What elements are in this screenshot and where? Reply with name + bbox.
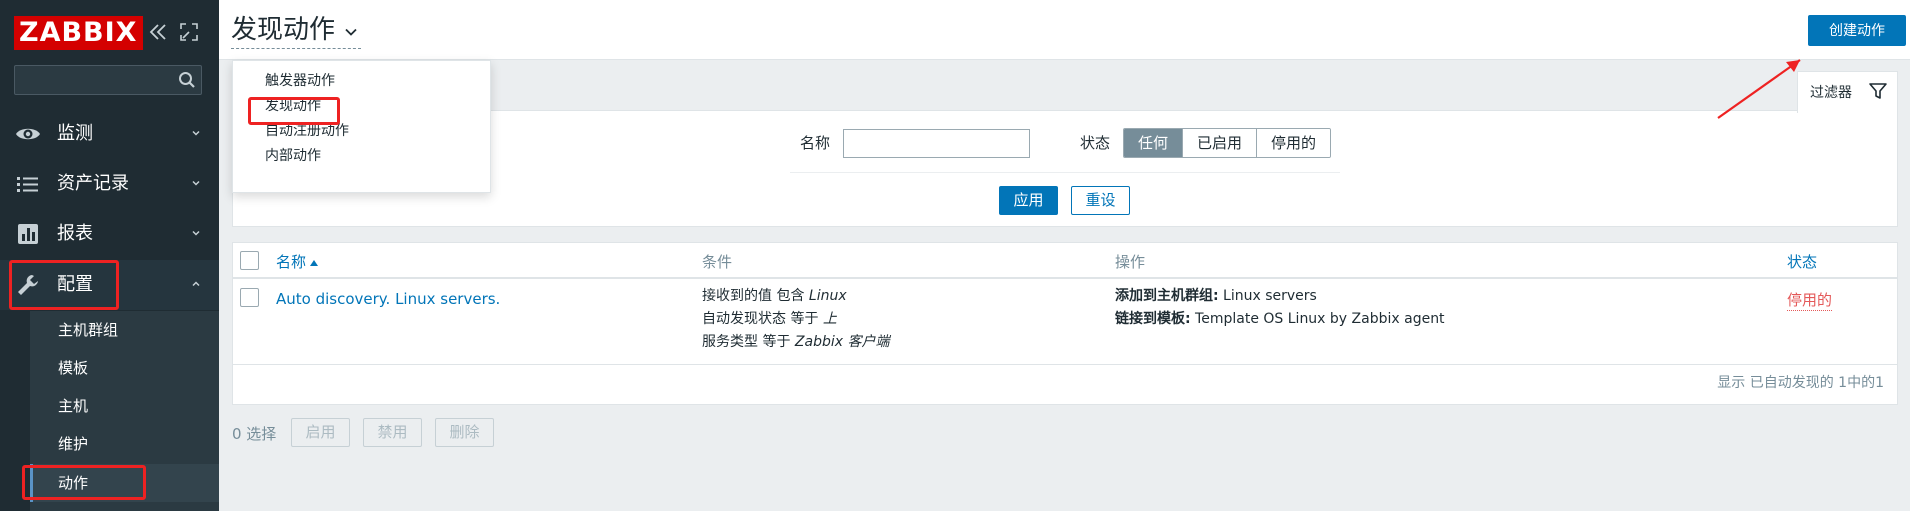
operation-line: 添加到主机群组: Linux servers <box>1115 285 1445 308</box>
sidebar: ZABBIX 监测 资产记录 报表 配置 主机群组 模板 主机 维护 动作 <box>0 0 219 511</box>
dropdown-item-internal-actions[interactable]: 内部动作 <box>265 146 321 166</box>
table-footer-count: 显示 已自动发现的 1中的1 <box>1717 375 1884 391</box>
condition-text: 接收到的值 包含 <box>702 288 809 304</box>
nav-label: 报表 <box>57 223 93 244</box>
conditions-cell: 接收到的值 包含 Linux 自动发现状态 等于 上 服务类型 等于 Zabbi… <box>702 285 889 354</box>
filter-name-input[interactable] <box>843 129 1030 158</box>
annotation-box-configuration <box>9 260 119 310</box>
dropdown-item-trigger-actions[interactable]: 触发器动作 <box>265 71 335 91</box>
operations-cell: 添加到主机群组: Linux servers 链接到模板: Template O… <box>1115 285 1445 331</box>
condition-value: Zabbix 客户端 <box>794 334 890 350</box>
zabbix-logo[interactable]: ZABBIX <box>14 16 143 50</box>
column-conditions: 条件 <box>702 253 733 271</box>
filter-name-label: 名称 <box>800 134 831 152</box>
status-option-enabled[interactable]: 已启用 <box>1183 129 1258 157</box>
action-name-link[interactable]: Auto discovery. Linux servers. <box>276 288 500 311</box>
column-operations: 操作 <box>1115 253 1146 271</box>
actions-table: 名称 条件 操作 状态 Auto discovery. Linux server… <box>232 242 1898 405</box>
title-underline <box>231 48 361 49</box>
submenu-item-host-groups[interactable]: 主机群组 <box>30 311 219 349</box>
delete-button[interactable]: 删除 <box>435 418 494 447</box>
filter-status-label: 状态 <box>1080 134 1111 152</box>
row-checkbox[interactable] <box>240 288 259 307</box>
table-header: 名称 条件 操作 状态 <box>233 243 1897 279</box>
bar-chart-icon <box>18 224 38 244</box>
filter-tab[interactable]: 过滤器 <box>1797 71 1898 113</box>
submenu-label: 主机 <box>58 397 89 415</box>
collapse-sidebar-icon[interactable] <box>146 20 170 44</box>
status-toggle-link[interactable]: 停用的 <box>1787 290 1833 311</box>
filter-icon <box>1869 83 1887 99</box>
condition-value: 上 <box>822 311 837 327</box>
disable-button[interactable]: 禁用 <box>363 418 422 447</box>
condition-line: 接收到的值 包含 Linux <box>702 285 889 308</box>
filter-divider <box>790 172 1340 173</box>
selected-count: 0 选择 <box>232 425 277 443</box>
chevron-down-icon[interactable] <box>343 26 359 38</box>
submenu-label: 维护 <box>58 435 89 453</box>
action-type-dropdown: 触发器动作 发现动作 自动注册动作 内部动作 <box>232 60 491 193</box>
filter-tab-label: 过滤器 <box>1810 85 1852 101</box>
condition-line: 自动发现状态 等于 上 <box>702 308 889 331</box>
condition-value: Linux <box>808 288 847 304</box>
operation-label: 链接到模板: <box>1115 311 1191 327</box>
submenu-label: 模板 <box>58 359 89 377</box>
list-icon <box>17 177 38 192</box>
nav-label: 资产记录 <box>57 173 129 194</box>
reset-button[interactable]: 重设 <box>1071 186 1130 215</box>
operation-value: Template OS Linux by Zabbix agent <box>1190 311 1445 327</box>
create-action-button[interactable]: 创建动作 <box>1808 15 1906 46</box>
column-name[interactable]: 名称 <box>276 252 319 272</box>
chevron-down-icon <box>192 230 200 236</box>
kiosk-mode-icon[interactable] <box>178 21 200 43</box>
column-name-label: 名称 <box>276 253 307 271</box>
operation-line: 链接到模板: Template OS Linux by Zabbix agent <box>1115 308 1445 331</box>
apply-button[interactable]: 应用 <box>999 186 1058 215</box>
status-option-disabled[interactable]: 停用的 <box>1257 129 1331 157</box>
submenu-item-maintenance[interactable]: 维护 <box>30 425 219 463</box>
table-row: Auto discovery. Linux servers. 接收到的值 包含 … <box>233 281 1897 365</box>
search-icon[interactable] <box>178 71 196 89</box>
status-segmented-control: 任何 已启用 停用的 <box>1123 128 1332 158</box>
annotation-box-actions <box>22 465 146 500</box>
chevron-up-icon <box>192 281 200 287</box>
column-status[interactable]: 状态 <box>1787 252 1817 272</box>
operation-label: 添加到主机群组: <box>1115 288 1219 304</box>
page-header: 发现动作 创建动作 <box>219 0 1910 60</box>
annotation-arrow <box>1717 59 1801 119</box>
sidebar-search-input[interactable] <box>14 65 202 95</box>
logo-row: ZABBIX <box>0 0 219 64</box>
operation-value: Linux servers <box>1218 288 1317 304</box>
sort-asc-icon <box>310 259 319 266</box>
annotation-box-discovery-actions <box>248 97 340 125</box>
nav-item-inventory[interactable]: 资产记录 <box>0 159 219 209</box>
submenu-label: 主机群组 <box>58 321 119 339</box>
submenu-item-hosts[interactable]: 主机 <box>30 387 219 425</box>
condition-text: 自动发现状态 等于 <box>702 311 823 327</box>
nav-item-monitoring[interactable]: 监测 <box>0 109 219 159</box>
eye-icon <box>16 128 40 140</box>
chevron-down-icon <box>192 130 200 136</box>
chevron-down-icon <box>192 180 200 186</box>
nav-item-reports[interactable]: 报表 <box>0 209 219 259</box>
nav-label: 监测 <box>57 123 93 144</box>
condition-line: 服务类型 等于 Zabbix 客户端 <box>702 331 889 354</box>
page-title[interactable]: 发现动作 <box>231 13 335 47</box>
select-all-checkbox[interactable] <box>240 251 259 270</box>
status-option-any[interactable]: 任何 <box>1124 129 1184 157</box>
condition-text: 服务类型 等于 <box>702 334 795 350</box>
submenu-item-templates[interactable]: 模板 <box>30 349 219 387</box>
enable-button[interactable]: 启用 <box>291 418 350 447</box>
